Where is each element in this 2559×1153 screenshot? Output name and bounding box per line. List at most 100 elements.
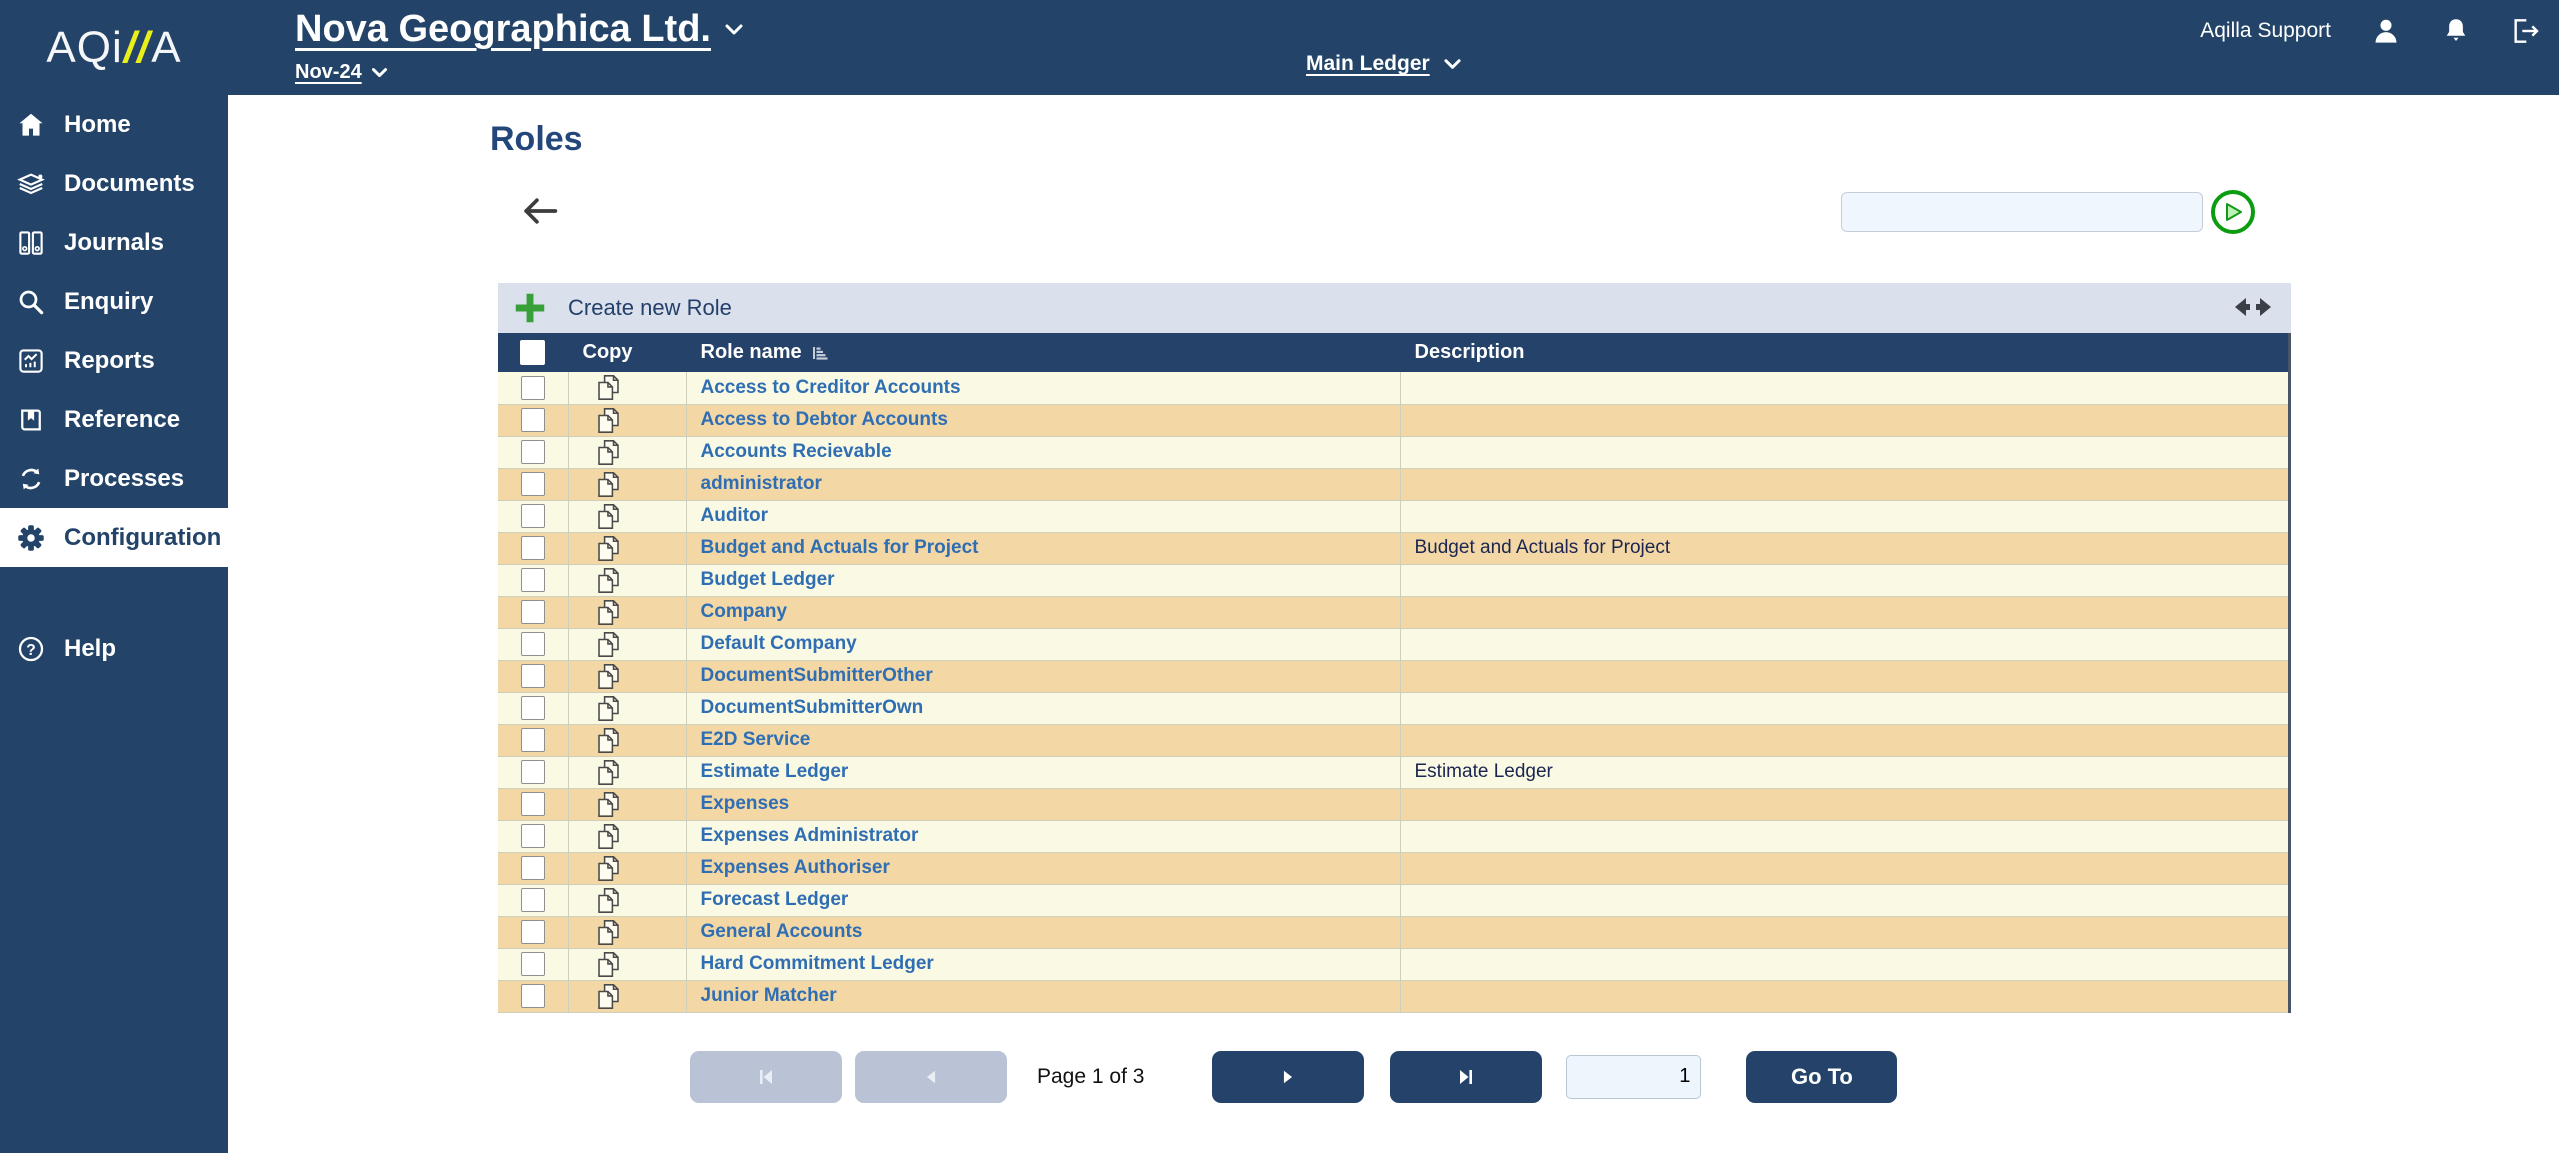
row-checkbox[interactable] — [521, 792, 545, 816]
role-name-link[interactable]: Hard Commitment Ledger — [701, 953, 934, 974]
select-all-checkbox[interactable] — [520, 340, 545, 365]
sidebar-item-configuration[interactable]: Configuration — [0, 508, 228, 567]
copy-role-button[interactable] — [595, 854, 622, 883]
chevron-down-icon — [1442, 57, 1463, 72]
period-selector[interactable]: Nov-24 — [295, 61, 745, 84]
row-checkbox[interactable] — [521, 888, 545, 912]
bell-icon — [2441, 15, 2471, 47]
copy-role-button[interactable] — [595, 470, 622, 499]
sidebar-item-reference[interactable]: Reference — [0, 390, 228, 449]
period-name[interactable]: Nov-24 — [295, 61, 362, 84]
sidebar-item-processes[interactable]: Processes — [0, 449, 228, 508]
company-selector[interactable]: Nova Geographica Ltd. — [295, 8, 745, 51]
role-name-link[interactable]: E2D Service — [701, 729, 811, 750]
page-number-input[interactable] — [1566, 1055, 1701, 1099]
sidebar-item-label: Reports — [64, 347, 155, 375]
sidebar-item-label: Help — [64, 635, 116, 663]
role-name-link[interactable]: General Accounts — [701, 921, 863, 942]
first-page-button[interactable] — [690, 1051, 842, 1103]
sidebar-item-reports[interactable]: Reports — [0, 331, 228, 390]
column-header-role-name[interactable]: Role name — [686, 333, 1400, 372]
row-checkbox[interactable] — [521, 600, 545, 624]
copy-role-button[interactable] — [595, 790, 622, 819]
ledger-name[interactable]: Main Ledger — [1306, 52, 1430, 76]
column-header-description[interactable]: Description — [1400, 333, 2290, 372]
copy-role-button[interactable] — [595, 438, 622, 467]
row-checkbox[interactable] — [521, 760, 545, 784]
company-name[interactable]: Nova Geographica Ltd. — [295, 8, 711, 51]
notifications-button[interactable] — [2441, 15, 2471, 47]
row-checkbox[interactable] — [521, 824, 545, 848]
row-checkbox[interactable] — [521, 376, 545, 400]
sidebar-item-journals[interactable]: Journals — [0, 213, 228, 272]
role-name-link[interactable]: Company — [701, 601, 788, 622]
row-checkbox[interactable] — [521, 984, 545, 1008]
role-name-link[interactable]: Budget and Actuals for Project — [701, 537, 979, 558]
copy-role-button[interactable] — [595, 662, 622, 691]
sidebar-item-help[interactable]: ? Help — [0, 619, 228, 678]
logout-button[interactable] — [2509, 15, 2541, 47]
role-name-link[interactable]: Forecast Ledger — [701, 889, 849, 910]
go-to-page-button[interactable]: Go To — [1746, 1051, 1897, 1103]
copy-role-button[interactable] — [595, 886, 622, 915]
row-checkbox[interactable] — [521, 728, 545, 752]
row-checkbox[interactable] — [521, 920, 545, 944]
previous-page-button[interactable] — [855, 1051, 1007, 1103]
search-run-button[interactable] — [2211, 190, 2255, 234]
row-checkbox[interactable] — [521, 472, 545, 496]
last-page-button[interactable] — [1390, 1051, 1542, 1103]
sidebar-item-documents[interactable]: Documents — [0, 154, 228, 213]
role-name-link[interactable]: DocumentSubmitterOwn — [701, 697, 924, 718]
copy-role-button[interactable] — [595, 502, 622, 531]
row-checkbox[interactable] — [521, 696, 545, 720]
role-name-link[interactable]: Expenses — [701, 793, 790, 814]
next-page-button[interactable] — [1212, 1051, 1364, 1103]
row-checkbox[interactable] — [521, 856, 545, 880]
column-header-copy[interactable]: Copy — [568, 333, 686, 372]
role-name-link[interactable]: Access to Debtor Accounts — [701, 409, 948, 430]
role-name-link[interactable]: Budget Ledger — [701, 569, 835, 590]
role-name-link[interactable]: Expenses Administrator — [701, 825, 919, 846]
journals-icon — [16, 228, 46, 258]
row-checkbox[interactable] — [521, 568, 545, 592]
top-header: AQi//A Nova Geographica Ltd. Nov-24 Main… — [0, 0, 2559, 95]
copy-role-button[interactable] — [595, 694, 622, 723]
role-name-link[interactable]: Junior Matcher — [701, 985, 837, 1006]
user-profile-button[interactable] — [2369, 14, 2403, 48]
role-name-link[interactable]: Accounts Recievable — [701, 441, 892, 462]
copy-role-button[interactable] — [595, 726, 622, 755]
ledger-selector[interactable]: Main Ledger — [1306, 52, 1463, 76]
sidebar-item-home[interactable]: Home — [0, 95, 228, 154]
copy-role-button[interactable] — [595, 566, 622, 595]
row-checkbox[interactable] — [521, 408, 545, 432]
copy-role-button[interactable] — [595, 630, 622, 659]
row-checkbox[interactable] — [521, 504, 545, 528]
copy-role-button[interactable] — [595, 822, 622, 851]
search-input[interactable] — [1841, 192, 2203, 232]
copy-role-button[interactable] — [595, 534, 622, 563]
row-checkbox[interactable] — [521, 440, 545, 464]
role-name-link[interactable]: Default Company — [701, 633, 857, 654]
copy-role-button[interactable] — [595, 918, 622, 947]
role-name-link[interactable]: Access to Creditor Accounts — [701, 377, 961, 398]
row-checkbox[interactable] — [521, 536, 545, 560]
sidebar-item-enquiry[interactable]: Enquiry — [0, 272, 228, 331]
role-name-link[interactable]: DocumentSubmitterOther — [701, 665, 933, 686]
copy-role-button[interactable] — [595, 950, 622, 979]
row-checkbox[interactable] — [521, 952, 545, 976]
copy-role-button[interactable] — [595, 982, 622, 1011]
role-name-link[interactable]: Expenses Authoriser — [701, 857, 890, 878]
row-checkbox[interactable] — [521, 664, 545, 688]
copy-role-button[interactable] — [595, 758, 622, 787]
copy-role-button[interactable] — [595, 406, 622, 435]
role-name-link[interactable]: administrator — [701, 473, 822, 494]
back-button[interactable] — [520, 194, 560, 231]
copy-role-button[interactable] — [595, 598, 622, 627]
row-checkbox[interactable] — [521, 632, 545, 656]
role-name-link[interactable]: Auditor — [701, 505, 769, 526]
create-new-role-button[interactable]: Create new Role — [512, 290, 732, 326]
logo-text-suffix: A — [151, 23, 181, 73]
resize-columns-button[interactable] — [2233, 294, 2273, 323]
copy-role-button[interactable] — [595, 373, 622, 402]
role-name-link[interactable]: Estimate Ledger — [701, 761, 849, 782]
